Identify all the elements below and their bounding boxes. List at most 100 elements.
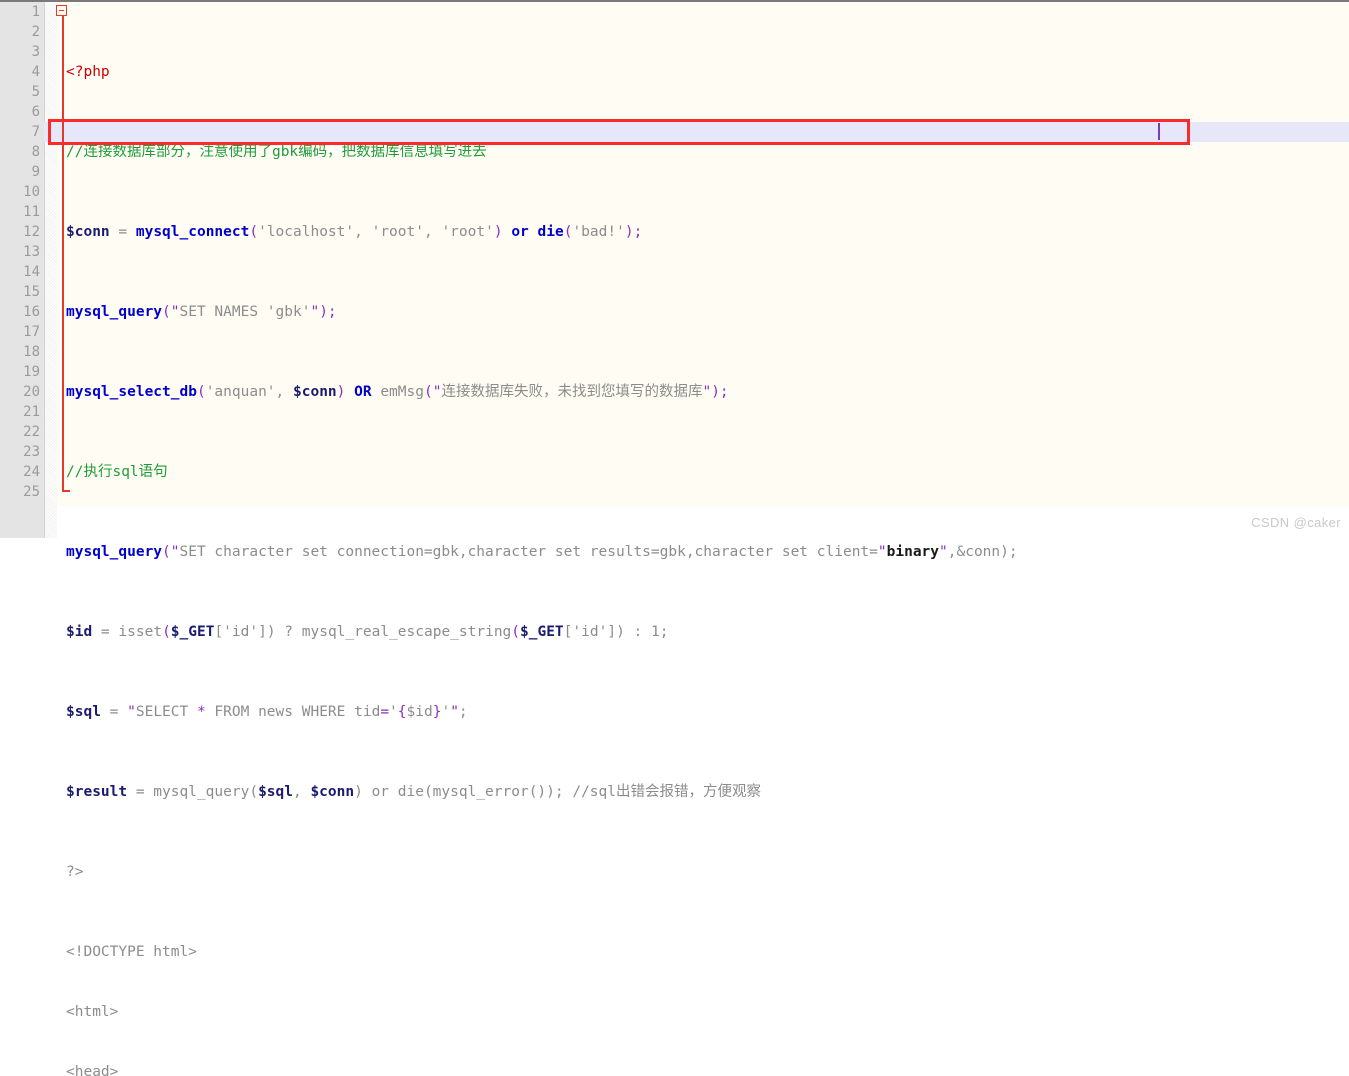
paren: ( [249, 224, 259, 240]
index-id: ['id'] [563, 624, 617, 640]
string-db: 'anquan' [205, 384, 276, 400]
paren: ( [162, 624, 171, 640]
paren: ); [319, 304, 337, 320]
paren: ); [624, 224, 643, 240]
line-number: 21 [23, 404, 40, 420]
line-number: 20 [23, 384, 40, 400]
charset-sql-string: SET character set connection=gbk,charact… [179, 544, 878, 560]
quote: " [127, 704, 136, 720]
code-line-5[interactable]: mysql_select_db('anquan', $conn) OR emMs… [66, 382, 1018, 402]
line-number: 14 [23, 264, 40, 280]
variable-sql: $sql [258, 784, 293, 800]
code-line-11[interactable]: ?> [66, 862, 1018, 882]
line-number: 13 [23, 244, 40, 260]
quote-inner: ' [389, 704, 398, 720]
code-line-4[interactable]: mysql_query("SET NAMES 'gbk'"); [66, 302, 1018, 322]
code-line-2[interactable]: //连接数据库部分，注意使用了gbk编码，把数据库信息填写进去 [66, 142, 1018, 162]
code-editor[interactable]: 1 2 3 4 5 6 7 8 9 10 11 12 13 14 15 16 1… [0, 0, 1349, 1076]
quote-inner: ' [441, 704, 451, 720]
line-number: 15 [23, 284, 40, 300]
brace-close: } [432, 704, 442, 720]
sql-from-where: FROM news WHERE tid [205, 704, 381, 720]
operator: = [100, 704, 128, 720]
sql-string: SET NAMES 'gbk' [179, 304, 311, 320]
php-close-tag: ?> [66, 864, 84, 880]
line-numbers: 1 2 3 4 5 6 7 8 9 10 11 12 13 14 15 16 1… [0, 2, 40, 502]
comment-text: //执行sql语句 [66, 464, 168, 480]
code-line-14[interactable]: <head> [66, 1062, 1018, 1076]
fn-real-escape: mysql_real_escape_string [301, 624, 512, 640]
line-number: 11 [23, 204, 40, 220]
comma: , [354, 224, 372, 240]
line-number: 7 [31, 124, 40, 140]
operator: = [92, 624, 119, 640]
code-folding-strip[interactable] [45, 2, 57, 538]
operator: = [109, 224, 136, 240]
comment-text: //连接数据库部分，注意使用了gbk编码，把数据库信息填写进去 [66, 144, 487, 160]
call-head: = mysql_query( [127, 784, 259, 800]
line-number: 6 [31, 104, 40, 120]
fn-mysql-query: mysql_query [66, 544, 163, 560]
sql-star: * [196, 704, 206, 720]
code-line-6[interactable]: //执行sql语句 [66, 462, 1018, 482]
fold-guide-line [62, 14, 64, 492]
line-number: 8 [31, 144, 40, 160]
literal-binary: binary [886, 544, 940, 560]
code-folding-strip-lower [45, 506, 57, 538]
variable-sql: $sql [66, 704, 101, 720]
head-open: <head> [66, 1064, 119, 1076]
variable-id-interp: $id [406, 704, 433, 720]
paren: ( [196, 384, 206, 400]
quote: " [450, 704, 459, 720]
variable-conn: $conn [293, 384, 337, 400]
quote: " [939, 544, 948, 560]
superglobal-get: $_GET [170, 624, 215, 640]
line-number: 22 [23, 424, 40, 440]
paren: ( [162, 544, 171, 560]
brace-open: { [397, 704, 407, 720]
quote: " [170, 544, 180, 560]
fn-die: die [537, 224, 564, 240]
line-number: 10 [23, 184, 40, 200]
operator-eq: = [380, 704, 390, 720]
line-number: 12 [23, 224, 40, 240]
paren: ) [493, 224, 512, 240]
string-host: 'localhost' [258, 224, 355, 240]
code-text[interactable]: <?php //连接数据库部分，注意使用了gbk编码，把数据库信息填写进去 $c… [66, 2, 1018, 1076]
code-line-3[interactable]: $conn = mysql_connect('localhost', 'root… [66, 222, 1018, 242]
line-number: 4 [31, 64, 40, 80]
line-number: 16 [23, 304, 40, 320]
line-number: 9 [31, 164, 40, 180]
keyword-or: OR [354, 384, 372, 400]
watermark: CSDN @caker [1251, 515, 1341, 530]
ternary-else: ) : 1; [616, 624, 669, 640]
fn-mysql-select-db: mysql_select_db [66, 384, 197, 400]
code-line-13[interactable]: <html> [66, 1002, 1018, 1022]
variable-conn: $conn [310, 784, 355, 800]
line-number: 24 [23, 464, 40, 480]
quote: " [310, 304, 320, 320]
paren: ) [336, 384, 355, 400]
line-number: 19 [23, 364, 40, 380]
code-line-12[interactable]: <!DOCTYPE html> [66, 942, 1018, 962]
fn-emmsg: emMsg [371, 384, 424, 400]
quote: " [702, 384, 712, 400]
comma: , [423, 224, 442, 240]
code-line-9[interactable]: $sql = "SELECT * FROM news WHERE tid='{$… [66, 702, 1018, 722]
variable-result: $result [66, 784, 128, 800]
index-id: ['id'] [214, 624, 267, 640]
code-line-1[interactable]: <?php [66, 62, 1018, 82]
paren: ( [423, 384, 433, 400]
variable-conn: $conn [66, 224, 110, 240]
code-line-8[interactable]: $id = isset($_GET['id']) ? mysql_real_es… [66, 622, 1018, 642]
code-line-7[interactable]: mysql_query("SET character set connectio… [66, 542, 1018, 562]
superglobal-get: $_GET [520, 624, 564, 640]
code-line-10[interactable]: $result = mysql_query($sql, $conn) or di… [66, 782, 1018, 802]
die-and-comment: ) or die(mysql_error()); //sql出错会报错，方便观察 [354, 784, 762, 800]
line-number: 2 [31, 24, 40, 40]
variable-id: $id [66, 624, 93, 640]
html-open: <html> [66, 1004, 119, 1020]
fn-mysql-connect: mysql_connect [135, 224, 250, 240]
string-user: 'root' [371, 224, 424, 240]
